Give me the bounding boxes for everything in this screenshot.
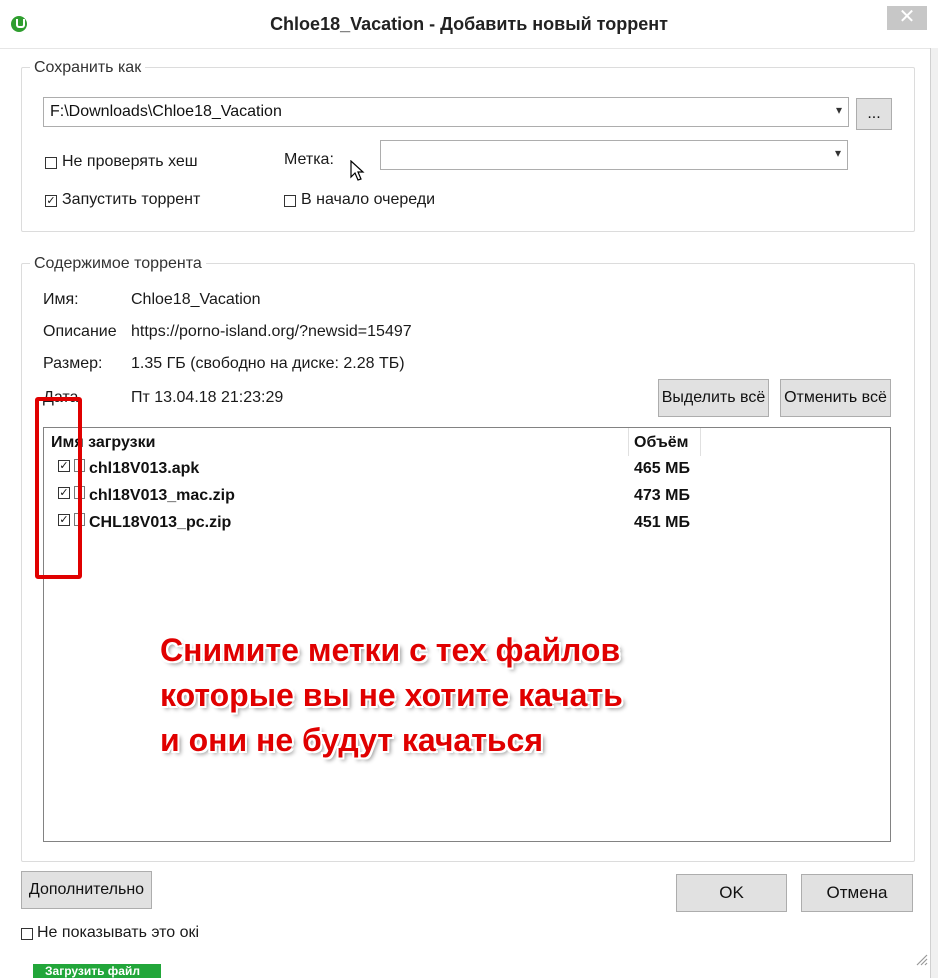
label-caption: Метка: [284,151,334,168]
queue-top-checkbox[interactable] [284,195,296,207]
annotation-line-1: Снимите метки с тех файлов [160,632,621,668]
file-name: chl18V013_mac.zip [89,487,235,504]
name-caption: Имя: [43,291,79,308]
name-value: Chloe18_Vacation [131,291,261,308]
ok-button[interactable]: OK [676,874,787,912]
skip-hash-label: Не проверять хеш [62,153,198,170]
save-as-legend: Сохранить как [30,59,146,77]
label-select[interactable]: ▾ [380,140,848,170]
column-divider [700,428,701,456]
chevron-down-icon: ▾ [834,146,841,160]
advanced-button[interactable]: Дополнительно [21,871,152,909]
queue-top-label: В начало очереди [301,191,436,208]
chevron-down-icon: ▾ [835,103,842,117]
size-caption: Размер: [43,355,103,372]
annotation-line-3: и они не будут качаться [160,722,544,758]
file-row[interactable]: ✓ chl18V013_mac.zip 473 МБ [44,484,890,511]
background-upload-button: Загрузить файл [33,964,161,978]
skip-hash-checkbox[interactable] [45,157,57,169]
save-path-select[interactable]: F:\Downloads\Chloe18_Vacation ▾ [43,97,849,127]
resize-grip-icon[interactable] [914,952,928,966]
file-name: chl18V013.apk [89,460,200,477]
description-value: https://porno-island.org/?newsid=15497 [131,323,412,340]
size-value: 1.35 ГБ (свободно на диске: 2.28 ТБ) [131,355,405,372]
dont-show-checkbox[interactable] [21,928,33,940]
start-torrent-label: Запустить торрент [62,191,201,208]
contents-legend: Содержимое торрента [30,255,206,273]
file-row[interactable]: ✓ chl18V013.apk 465 МБ [44,457,890,484]
dont-show-label: Не показывать это окі [37,924,200,941]
description-caption: Описание [43,323,116,340]
file-name: CHL18V013_pc.zip [89,514,232,531]
cancel-button[interactable]: Отмена [801,874,913,912]
file-size: 465 МБ [634,460,690,477]
file-size: 451 МБ [634,514,690,531]
column-divider [628,428,629,456]
date-value: Пт 13.04.18 21:23:29 [131,389,284,406]
checkbox-highlight-frame [35,397,82,579]
file-size: 473 МБ [634,487,690,504]
browse-button[interactable]: ... [856,98,892,130]
column-header-size[interactable]: Объём [634,434,689,452]
select-all-button[interactable]: Выделить всё [658,379,769,417]
start-torrent-checkbox[interactable]: ✓ [45,195,57,207]
close-button[interactable]: ✕ [887,6,927,30]
window-edge [930,48,938,978]
file-row[interactable]: ✓ CHL18V013_pc.zip 451 МБ [44,511,890,538]
window-title: Chloe18_Vacation - Добавить новый торрен… [270,14,668,34]
deselect-all-button[interactable]: Отменить всё [780,379,891,417]
annotation-line-2: которые вы не хотите качать [160,677,623,713]
save-path-value: F:\Downloads\Chloe18_Vacation [50,103,282,120]
